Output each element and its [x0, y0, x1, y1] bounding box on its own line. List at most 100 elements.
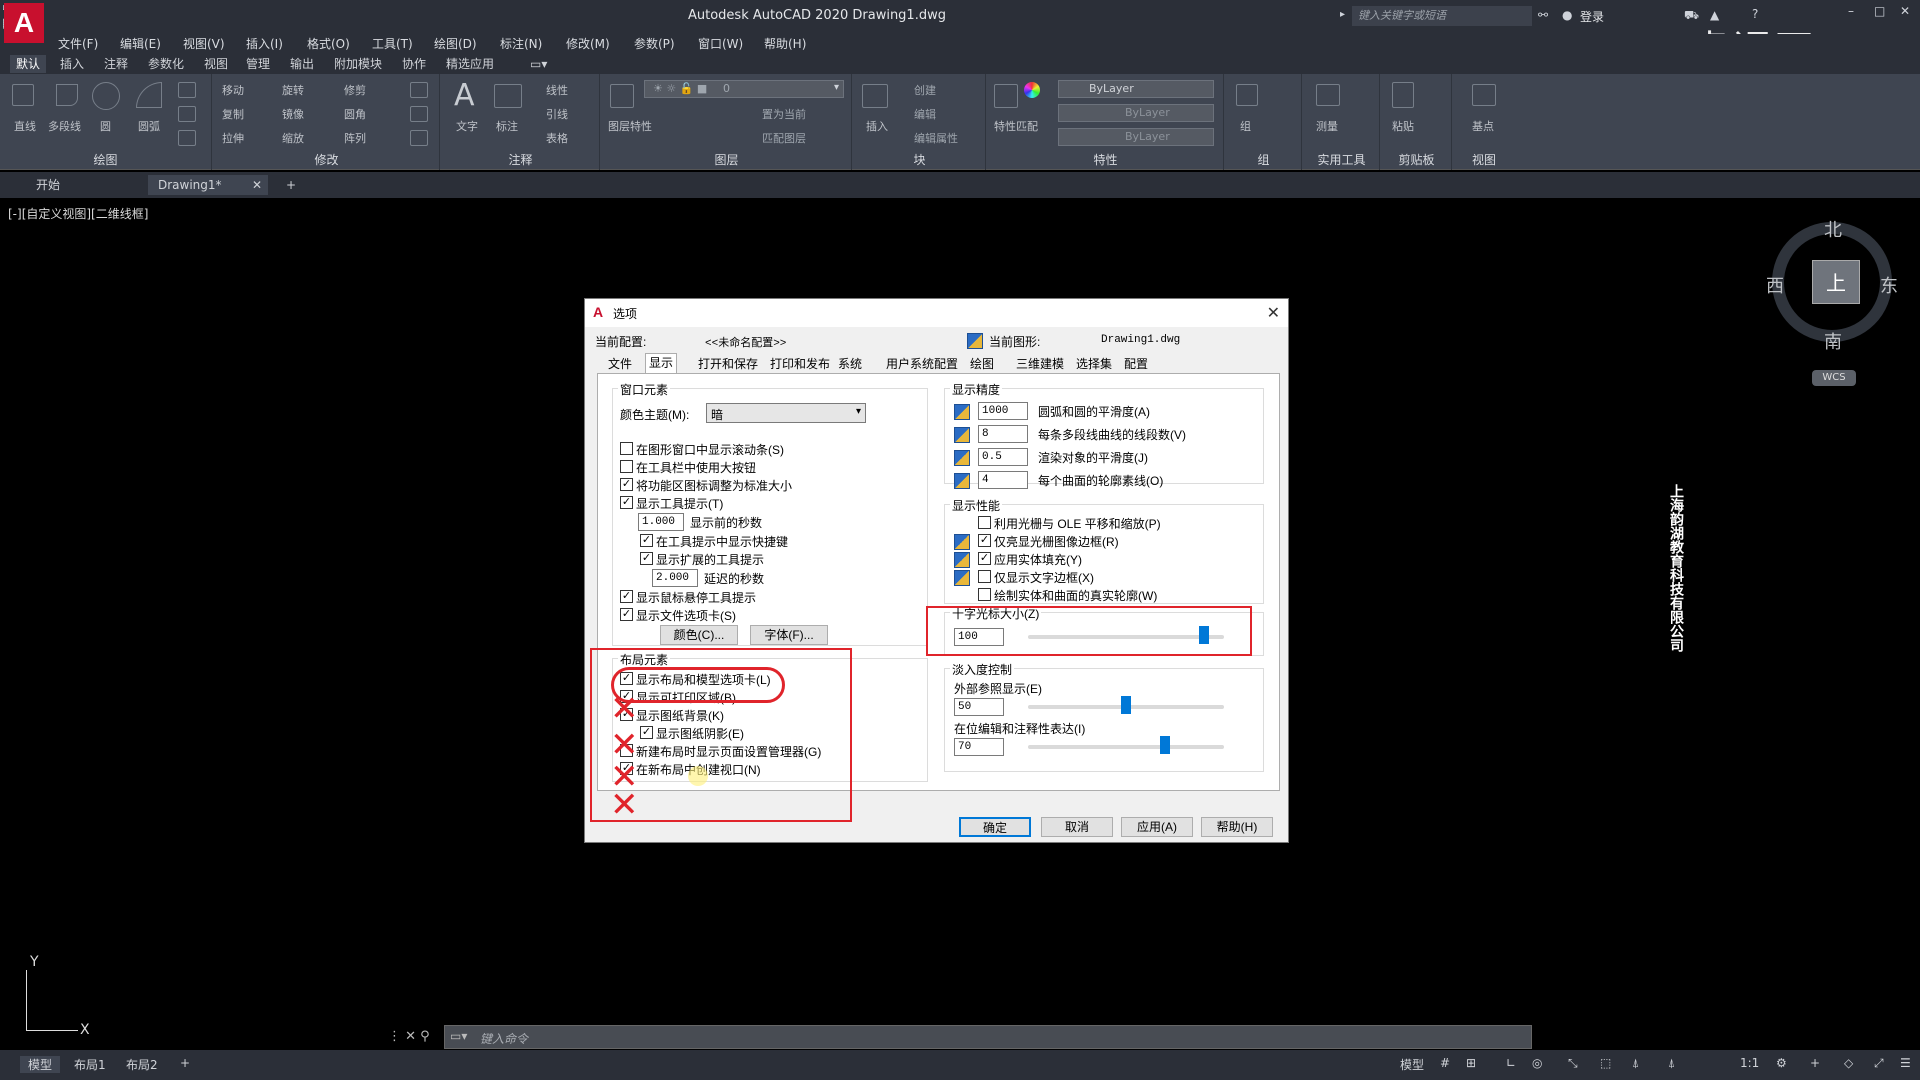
fillet-button[interactable]: 圆角 — [344, 106, 366, 122]
layer-dropdown[interactable]: ☀ ☼ 🔓 ■ 0 ▾ — [644, 80, 844, 98]
circle-icon[interactable] — [92, 82, 120, 110]
scrollbars-checkbox[interactable] — [620, 442, 633, 455]
close-command-icon[interactable]: ⋮ ✕ ⚲ — [388, 1029, 430, 1044]
model-space-button[interactable]: 模型 — [1392, 1056, 1432, 1073]
tab-collaborate[interactable]: 协作 — [396, 55, 432, 73]
edit-block-button[interactable]: 编辑 — [914, 106, 936, 122]
add-layout-icon[interactable]: + — [172, 1056, 198, 1070]
xref-display-input[interactable]: 50 — [954, 698, 1004, 716]
tab-drafting[interactable]: 绘图 — [967, 355, 997, 373]
panel-view-title[interactable]: 视图 — [1454, 151, 1514, 168]
new-tab-icon[interactable]: + — [276, 175, 306, 195]
annotation-icon[interactable]: ⍋ — [1624, 1056, 1647, 1071]
panel-draw-title[interactable]: 绘图 — [0, 151, 211, 168]
plus-icon[interactable]: + — [1802, 1056, 1828, 1070]
command-line[interactable] — [444, 1025, 1532, 1049]
color-wheel-icon[interactable] — [1024, 82, 1040, 98]
menu-view[interactable]: 视图(V) — [183, 35, 225, 52]
move-button[interactable]: 移动 — [222, 82, 244, 98]
arc-smoothness-input[interactable]: 1000 — [978, 402, 1028, 420]
insert-block-icon[interactable] — [862, 84, 888, 108]
menu-file[interactable]: 文件(F) — [58, 35, 98, 52]
ribbon-icons-checkbox[interactable]: ✓ — [620, 478, 633, 491]
close-icon[interactable]: ✕ — [1900, 4, 1910, 18]
text-frame-checkbox[interactable] — [978, 570, 991, 583]
raster-frame-checkbox[interactable]: ✓ — [978, 534, 991, 547]
rectangle-icon[interactable] — [178, 82, 196, 98]
panel-block-title[interactable]: 块 — [854, 151, 985, 168]
match-layer-button[interactable]: 匹配图层 — [762, 130, 806, 146]
compass-north[interactable]: 北 — [1824, 216, 1842, 242]
menu-insert[interactable]: 插入(I) — [246, 35, 283, 52]
tab-display[interactable]: 显示 — [645, 353, 678, 374]
set-current-button[interactable]: 置为当前 — [762, 106, 806, 122]
linetype-dropdown[interactable]: ByLayer — [1058, 104, 1214, 122]
colors-button[interactable]: 颜色(C)... — [660, 625, 738, 645]
lineweight-dropdown[interactable]: ByLayer — [1058, 128, 1214, 146]
tab-drawing1[interactable]: Drawing1* ✕ — [148, 175, 268, 195]
measure-icon[interactable] — [1316, 84, 1340, 106]
inplace-edit-slider-thumb[interactable] — [1160, 736, 1171, 754]
panel-annotation-title[interactable]: 注释 — [442, 151, 599, 168]
panel-utilities-title[interactable]: 实用工具 — [1304, 151, 1379, 168]
erase-icon[interactable] — [410, 82, 428, 98]
tab-3d-modeling[interactable]: 三维建模 — [1013, 355, 1067, 373]
tab-addins[interactable]: 附加模块 — [328, 55, 388, 73]
extended-tooltips-checkbox[interactable]: ✓ — [640, 552, 653, 565]
tab-user-preferences[interactable]: 用户系统配置 — [883, 355, 961, 373]
tooltip-delay-input[interactable]: 1.000 — [638, 513, 684, 531]
rendered-smoothness-input[interactable]: 0.5 — [978, 448, 1028, 466]
user-icon[interactable]: ● — [1562, 8, 1572, 22]
leader-button[interactable]: 引线 — [546, 106, 568, 122]
scale-button[interactable]: 缩放 — [282, 130, 304, 146]
tab-plot-publish[interactable]: 打印和发布 — [767, 355, 833, 373]
viewport-controls[interactable]: [-][自定义视图][二维线框] — [8, 205, 148, 222]
line-icon[interactable] — [12, 84, 34, 106]
inplace-edit-slider[interactable] — [1028, 745, 1224, 749]
edit-attributes-button[interactable]: 编辑属性 — [914, 130, 958, 146]
apply-button[interactable]: 应用(A) — [1121, 817, 1193, 837]
group-icon[interactable] — [1236, 84, 1258, 106]
polar-icon[interactable]: ◎ — [1524, 1056, 1550, 1070]
menu-format[interactable]: 格式(O) — [307, 35, 350, 52]
maximize-icon[interactable]: □ — [1874, 4, 1885, 18]
tab-layout2[interactable]: 布局2 — [118, 1056, 166, 1073]
viewcube-top-face[interactable]: 上 — [1812, 260, 1860, 304]
ext-delay-input[interactable]: 2.000 — [652, 569, 698, 587]
compass-east[interactable]: 东 — [1880, 272, 1898, 298]
polyline-icon[interactable] — [56, 84, 78, 106]
tab-parametric[interactable]: 参数化 — [142, 55, 190, 73]
contour-lines-input[interactable]: 4 — [978, 471, 1028, 489]
fullscreen-icon[interactable]: ⤢ — [1866, 1056, 1892, 1071]
cancel-button[interactable]: 取消 — [1041, 817, 1113, 837]
shortcut-keys-checkbox[interactable]: ✓ — [640, 534, 653, 547]
gear-icon[interactable]: ⚙ — [1768, 1056, 1795, 1070]
copy-button[interactable]: 复制 — [222, 106, 244, 122]
search-input[interactable]: 键入关键字或短语 — [1352, 6, 1532, 26]
tab-manage[interactable]: 管理 — [240, 55, 276, 73]
help-button[interactable]: 帮助(H) — [1201, 817, 1273, 837]
tooltips-checkbox[interactable]: ✓ — [620, 496, 633, 509]
linear-button[interactable]: 线性 — [546, 82, 568, 98]
login-link[interactable]: 登录 — [1580, 8, 1604, 25]
tab-layout1[interactable]: 布局1 — [66, 1056, 114, 1073]
close-icon[interactable]: ✕ — [1267, 303, 1280, 323]
true-silhouettes-checkbox[interactable] — [978, 588, 991, 601]
expand-icon[interactable]: ▸ — [1340, 9, 1345, 20]
rotate-button[interactable]: 旋转 — [282, 82, 304, 98]
large-buttons-checkbox[interactable] — [620, 460, 633, 473]
grid-icon[interactable]: # — [1432, 1056, 1458, 1070]
compass-south[interactable]: 南 — [1824, 328, 1842, 354]
dimension-icon[interactable] — [494, 84, 522, 108]
tab-system[interactable]: 系统 — [835, 355, 865, 373]
stretch-button[interactable]: 拉伸 — [222, 130, 244, 146]
panel-clipboard-title[interactable]: 剪贴板 — [1382, 151, 1451, 168]
ok-button[interactable]: 确定 — [959, 817, 1031, 837]
autocad-logo[interactable]: A — [4, 3, 44, 43]
ortho-icon[interactable]: ∟ — [1498, 1056, 1524, 1070]
close-tab-icon[interactable]: ✕ — [252, 175, 262, 195]
polyline-segments-input[interactable]: 8 — [978, 425, 1028, 443]
paste-icon[interactable] — [1392, 82, 1414, 108]
tab-annotate[interactable]: 注释 — [98, 55, 134, 73]
tab-files[interactable]: 文件 — [605, 355, 635, 373]
